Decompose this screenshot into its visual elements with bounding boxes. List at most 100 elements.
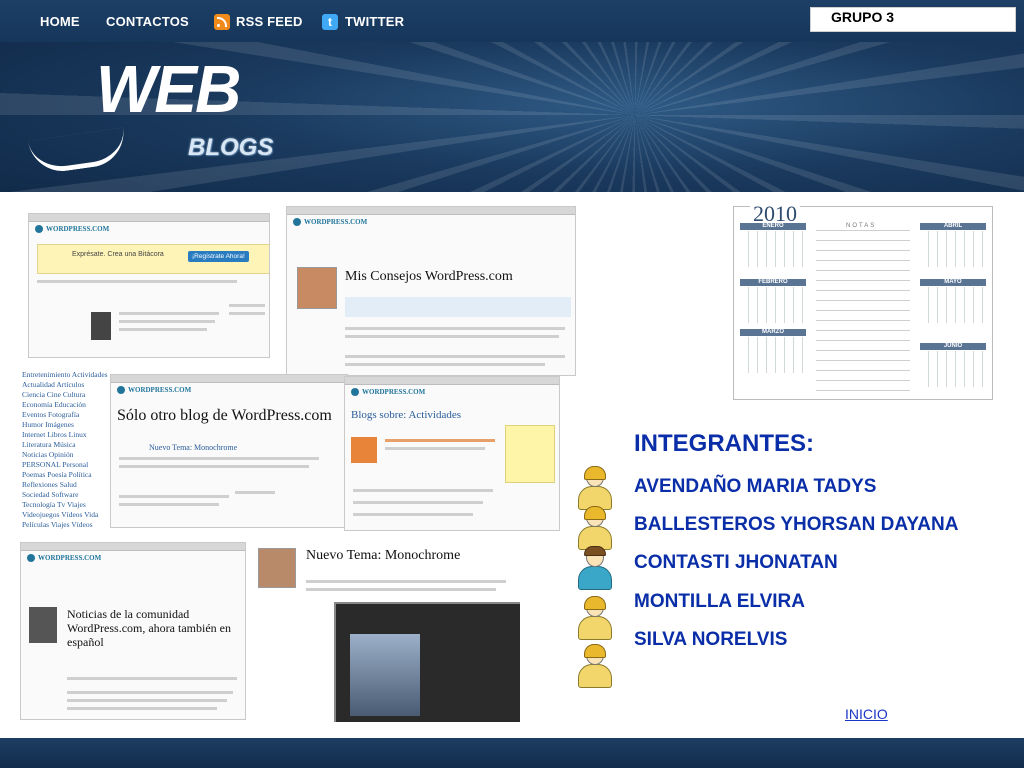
text-line — [37, 280, 237, 283]
text-line — [306, 580, 506, 583]
calendar-2010: 2010 ENERO FEBRERO MARZO NOTAS ABRIL MAY… — [733, 201, 993, 400]
browser-bar — [345, 377, 559, 385]
female-user-icon — [575, 506, 613, 550]
promo-box — [505, 425, 555, 483]
text-line — [345, 355, 565, 358]
screenshot-mis-consejos: WORDPRESS.COM Mis Consejos WordPress.com — [286, 206, 576, 376]
group-label-box: GRUPO 3 — [810, 7, 1016, 32]
tag-cloud-item[interactable]: Eventos Fotografía — [22, 410, 110, 420]
calendar-grid — [920, 231, 986, 267]
calendar-grid — [740, 287, 806, 323]
text-line — [353, 489, 493, 492]
text-line — [345, 327, 565, 330]
tag-cloud-item[interactable]: Ciencia Cine Cultura — [22, 390, 110, 400]
browser-bar — [111, 375, 347, 383]
nav-home-link[interactable]: HOME — [40, 14, 80, 29]
browser-bar — [29, 214, 269, 222]
quote-box — [345, 297, 571, 317]
calendar-month: ENERO — [740, 223, 806, 230]
twitter-icon[interactable]: t — [322, 14, 338, 30]
screenshot-blogs-actividades: WORDPRESS.COM Blogs sobre: Actividades — [344, 376, 560, 531]
preview-image — [350, 634, 420, 716]
text-line — [235, 491, 275, 494]
nav-rss-link[interactable]: RSS FEED — [236, 14, 303, 29]
text-line — [353, 501, 483, 504]
tag-cloud-item[interactable]: Literatura Música — [22, 440, 110, 450]
post-title: Noticias de la comunidad WordPress.com, … — [67, 607, 231, 649]
tag-cloud-item[interactable]: Películas Viajes Vídeos — [22, 520, 110, 530]
text-line — [119, 457, 319, 460]
signup-banner: Exprésate. Crea una Bitácora ¡Regístrate… — [37, 244, 269, 274]
signup-banner-text: Exprésate. Crea una Bitácora — [72, 251, 164, 258]
female-user-icon — [575, 466, 613, 510]
author-photo — [29, 607, 57, 643]
text-line — [229, 304, 265, 307]
tag-cloud-item[interactable]: PERSONAL Personal — [22, 460, 110, 470]
calendar-grid — [920, 351, 986, 387]
theme-preview — [334, 602, 520, 722]
inicio-link[interactable]: INICIO — [845, 706, 888, 722]
tag-cloud-item[interactable]: Tecnología Tv Viajes — [22, 500, 110, 510]
text-line — [119, 495, 229, 498]
wordpress-logo: WORDPRESS.COM — [293, 218, 575, 226]
member-name: CONTASTI JHONATAN — [634, 552, 838, 573]
female-user-icon — [575, 644, 613, 688]
logo-blogs-text: BLOGS — [188, 134, 274, 161]
signup-button[interactable]: ¡Regístrate Ahora! — [188, 251, 249, 262]
author-photo — [258, 548, 296, 588]
member-name: BALLESTEROS YHORSAN DAYANA — [634, 514, 959, 535]
tag-cloud: Entretenimiento Actividades Actualidad Ar… — [22, 370, 110, 530]
nav-contactos-link[interactable]: CONTACTOS — [106, 14, 189, 29]
author-photo — [297, 267, 337, 309]
tag-cloud-item[interactable]: Internet Libros Linux — [22, 430, 110, 440]
calendar-grid — [740, 231, 806, 267]
rss-icon[interactable] — [214, 14, 230, 30]
group-label: GRUPO 3 — [831, 9, 895, 25]
text-line — [67, 699, 227, 702]
screenshot-solo-otro-blog: WORDPRESS.COM Sólo otro blog de WordPres… — [110, 374, 348, 528]
tag-cloud-item[interactable]: Economía Educación — [22, 400, 110, 410]
tag-cloud-item[interactable]: Noticias Opinión — [22, 450, 110, 460]
tag-cloud-item[interactable]: Videojuegos Vídeos Vida — [22, 510, 110, 520]
tag-cloud-item[interactable]: Humor Imágenes — [22, 420, 110, 430]
female-user-icon — [575, 596, 613, 640]
text-line — [229, 312, 265, 315]
text-line — [353, 513, 473, 516]
text-line — [119, 328, 207, 331]
tag-cloud-item[interactable]: Sociedad Software — [22, 490, 110, 500]
text-line — [67, 707, 217, 710]
screenshot-wordpress-home: WORDPRESS.COM Exprésate. Crea una Bitáco… — [28, 213, 270, 358]
member-name: SILVA NORELVIS — [634, 629, 788, 650]
tag-cloud-item[interactable]: Entretenimiento Actividades — [22, 370, 110, 380]
text-line — [345, 363, 545, 366]
wordpress-logo: WORDPRESS.COM — [117, 386, 347, 394]
notes-label: NOTAS — [846, 223, 877, 229]
text-line — [119, 320, 215, 323]
post-title: Nuevo Tema: Monochrome — [149, 443, 238, 452]
browser-bar — [21, 543, 245, 551]
member-name: MONTILLA ELVIRA — [634, 591, 805, 612]
calendar-month: FEBRERO — [740, 279, 806, 286]
wordpress-logo: WORDPRESS.COM — [351, 388, 559, 396]
logo-web-text: WEB — [96, 51, 241, 127]
text-line — [119, 312, 219, 315]
calendar-month: ABRIL — [920, 223, 986, 230]
tag-cloud-item[interactable]: Reflexiones Salud — [22, 480, 110, 490]
thumb-image — [351, 437, 377, 463]
text-line — [119, 503, 219, 506]
calendar-grid — [920, 287, 986, 323]
section-title: Blogs sobre: Actividades — [351, 409, 461, 421]
wordpress-logo: WORDPRESS.COM — [35, 225, 269, 233]
calendar-month: JUNIO — [920, 343, 986, 350]
member-name: AVENDAÑO MARIA TADYS — [634, 476, 877, 497]
nav-twitter-link[interactable]: TWITTER — [345, 14, 404, 29]
tag-cloud-item[interactable]: Actualidad Artículos — [22, 380, 110, 390]
calendar-grid — [740, 337, 806, 373]
header-banner: HOME CONTACTOS RSS FEED t TWITTER GRUPO … — [0, 0, 1024, 192]
screenshot-noticias-comunidad: WORDPRESS.COM Noticias de la comunidad W… — [20, 542, 246, 720]
thumb-image — [91, 312, 111, 340]
text-line — [306, 588, 496, 591]
tag-cloud-item[interactable]: Poemas Poesía Política — [22, 470, 110, 480]
text-line — [119, 465, 309, 468]
calendar-notes: NOTAS — [816, 221, 910, 393]
